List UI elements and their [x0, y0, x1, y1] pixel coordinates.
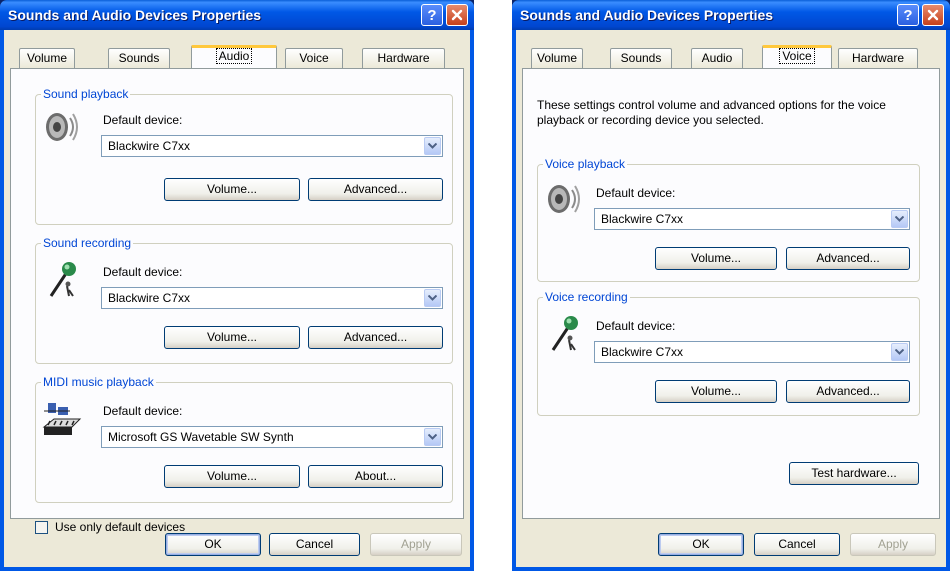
microphone-icon [49, 262, 76, 297]
tab-volume[interactable]: Volume [19, 48, 75, 68]
right-title-bar[interactable]: Sounds and Audio Devices Properties ? [512, 0, 950, 30]
tab-audio[interactable]: Audio [691, 48, 743, 68]
close-button[interactable] [446, 4, 468, 26]
voice-playback-volume-button[interactable]: Volume... [655, 247, 777, 270]
right-window-title: Sounds and Audio Devices Properties [520, 7, 774, 23]
sound-playback-device-label: Default device: [103, 113, 183, 127]
sound-playback-legend: Sound playback [41, 87, 131, 101]
left-title-bar[interactable]: Sounds and Audio Devices Properties ? [0, 0, 474, 30]
dropdown-arrow-icon[interactable] [891, 343, 908, 361]
tab-audio[interactable]: Audio [191, 45, 277, 68]
dropdown-arrow-icon[interactable] [424, 137, 441, 155]
midi-keyboard-icon [42, 403, 82, 435]
voice-recording-volume-button[interactable]: Volume... [655, 380, 777, 403]
midi-playback-group: MIDI music playback Default device: Micr… [35, 375, 453, 503]
close-icon [451, 9, 463, 21]
tab-hardware[interactable]: Hardware [362, 48, 445, 68]
sound-playback-advanced-button[interactable]: Advanced... [308, 178, 443, 201]
tab-sounds[interactable]: Sounds [610, 48, 672, 68]
voice-playback-legend: Voice playback [543, 157, 628, 171]
close-button[interactable] [922, 4, 944, 26]
midi-playback-legend: MIDI music playback [41, 375, 156, 389]
voice-recording-device-label: Default device: [596, 319, 676, 333]
audio-tab-panel: Sound playback Default device: Blackwire… [10, 68, 464, 534]
cancel-button[interactable]: Cancel [269, 533, 360, 556]
sound-recording-advanced-button[interactable]: Advanced... [308, 326, 443, 349]
help-icon: ? [427, 6, 437, 24]
sound-playback-volume-button[interactable]: Volume... [164, 178, 300, 201]
cancel-button[interactable]: Cancel [754, 533, 840, 556]
speaker-icon [548, 185, 580, 213]
voice-info-text: These settings control volume and advanc… [537, 98, 886, 127]
voice-playback-device-select[interactable]: Blackwire C7xx [594, 208, 910, 230]
midi-device-label: Default device: [103, 404, 183, 418]
midi-about-button[interactable]: About... [308, 465, 443, 488]
voice-playback-device-label: Default device: [596, 186, 676, 200]
sound-recording-device-value: Blackwire C7xx [108, 291, 191, 305]
voice-playback-device-value: Blackwire C7xx [601, 212, 684, 226]
dropdown-arrow-icon[interactable] [891, 210, 908, 228]
ok-button[interactable]: OK [165, 533, 261, 556]
apply-button[interactable]: Apply [850, 533, 936, 556]
left-dialog-body: Volume Sounds Audio Voice Hardware Sound… [0, 30, 474, 571]
tab-volume[interactable]: Volume [531, 48, 583, 68]
tab-sounds[interactable]: Sounds [108, 48, 170, 68]
close-icon [927, 9, 939, 21]
dropdown-arrow-icon[interactable] [424, 289, 441, 307]
voice-recording-group: Voice recording Default device: Blackwir… [537, 290, 920, 416]
dropdown-arrow-icon[interactable] [424, 428, 441, 446]
apply-button[interactable]: Apply [370, 533, 462, 556]
sound-recording-volume-button[interactable]: Volume... [164, 326, 300, 349]
voice-recording-legend: Voice recording [543, 290, 630, 304]
use-default-devices-label: Use only default devices [55, 520, 186, 534]
voice-recording-advanced-button[interactable]: Advanced... [786, 380, 910, 403]
tab-voice[interactable]: Voice [762, 45, 832, 68]
help-button[interactable]: ? [421, 4, 443, 26]
left-window-title: Sounds and Audio Devices Properties [8, 7, 262, 23]
sound-playback-device-value: Blackwire C7xx [108, 139, 191, 153]
voice-recording-device-select[interactable]: Blackwire C7xx [594, 341, 910, 363]
sound-playback-device-select[interactable]: Blackwire C7xx [101, 135, 443, 157]
voice-playback-advanced-button[interactable]: Advanced... [786, 247, 910, 270]
sound-recording-legend: Sound recording [41, 236, 134, 250]
sound-recording-device-label: Default device: [103, 265, 183, 279]
midi-device-select[interactable]: Microsoft GS Wavetable SW Synth [101, 426, 443, 448]
speaker-icon [46, 113, 78, 141]
help-icon: ? [903, 6, 913, 24]
voice-tab-panel: These settings control volume and advanc… [522, 68, 940, 519]
left-dialog-window: Sounds and Audio Devices Properties ? Vo… [0, 0, 474, 571]
midi-volume-button[interactable]: Volume... [164, 465, 300, 488]
sound-recording-group: Sound recording Default device: Blackwir… [35, 236, 453, 364]
voice-recording-device-value: Blackwire C7xx [601, 345, 684, 359]
microphone-icon [551, 316, 578, 351]
right-dialog-body: Volume Sounds Audio Voice Hardware These… [512, 30, 950, 571]
right-dialog-window: Sounds and Audio Devices Properties ? Vo… [512, 0, 950, 571]
tab-voice[interactable]: Voice [285, 48, 343, 68]
midi-device-value: Microsoft GS Wavetable SW Synth [108, 430, 294, 444]
sound-recording-device-select[interactable]: Blackwire C7xx [101, 287, 443, 309]
test-hardware-button[interactable]: Test hardware... [789, 462, 919, 485]
use-default-devices-checkbox[interactable] [35, 521, 48, 534]
ok-button[interactable]: OK [658, 533, 744, 556]
tab-hardware[interactable]: Hardware [838, 48, 918, 68]
sound-playback-group: Sound playback Default device: Blackwire… [35, 87, 453, 225]
voice-playback-group: Voice playback Default device: Blackwire… [537, 157, 920, 282]
help-button[interactable]: ? [897, 4, 919, 26]
